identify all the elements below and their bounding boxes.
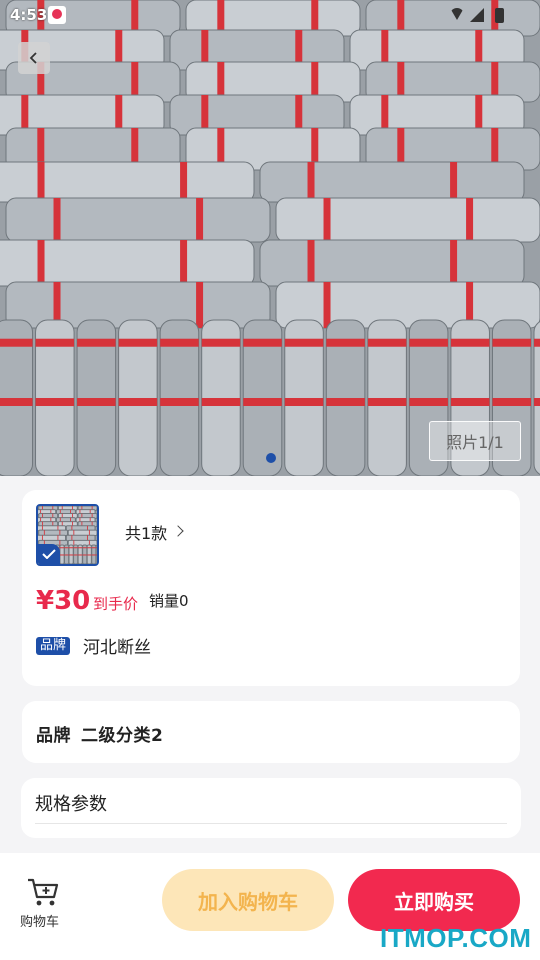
chevron-right-icon[interactable] bbox=[172, 525, 184, 537]
attribute-label: 品牌 bbox=[36, 726, 71, 746]
photo-counter: 照片1/1 bbox=[429, 421, 521, 461]
variant-count[interactable]: 共1款 bbox=[125, 520, 167, 544]
brand-badge: 品牌 bbox=[36, 637, 71, 655]
spec-title: 规格参数 bbox=[35, 794, 107, 815]
signal-icon bbox=[470, 8, 484, 22]
product-image-carousel[interactable]: 4:53 照片1/1 bbox=[0, 0, 540, 476]
variant-thumbnail[interactable] bbox=[36, 504, 99, 566]
cart-icon bbox=[28, 878, 59, 906]
chevron-left-icon bbox=[29, 52, 37, 64]
add-to-cart-button[interactable]: 加入购物车 bbox=[162, 869, 334, 931]
product-title: 河北断丝 bbox=[83, 638, 151, 658]
bottom-action-bar: 购物车 加入购物车 立即购买 ITMOP.COM bbox=[0, 853, 540, 960]
battery-icon bbox=[495, 8, 504, 23]
spec-card[interactable]: 规格参数 bbox=[21, 778, 521, 838]
status-time: 4:53 bbox=[10, 6, 48, 24]
status-bar: 4:53 bbox=[0, 0, 540, 32]
cart-nav-button[interactable]: 购物车 bbox=[16, 875, 70, 935]
watermark: ITMOP.COM bbox=[380, 923, 532, 953]
divider bbox=[35, 823, 507, 824]
attribute-row: 品牌 二级分类2 bbox=[36, 721, 163, 746]
wifi-icon bbox=[450, 8, 464, 20]
attribute-card: 品牌 二级分类2 bbox=[22, 701, 520, 763]
carousel-indicator[interactable] bbox=[266, 453, 276, 463]
cart-label: 购物车 bbox=[20, 915, 60, 930]
app-notification-icon bbox=[48, 6, 66, 24]
product-photo bbox=[0, 0, 540, 476]
attribute-value: 二级分类2 bbox=[81, 726, 164, 746]
selected-check-icon bbox=[38, 544, 60, 564]
price-note: 到手价 bbox=[93, 595, 139, 613]
sales-count: 销量0 bbox=[149, 592, 189, 610]
price: ¥30 bbox=[36, 586, 91, 616]
back-button[interactable] bbox=[18, 42, 50, 74]
product-info-card: 共1款 ¥30 到手价 销量0 品牌 河北断丝 bbox=[22, 490, 520, 686]
buy-now-button[interactable]: 立即购买 bbox=[348, 869, 520, 931]
